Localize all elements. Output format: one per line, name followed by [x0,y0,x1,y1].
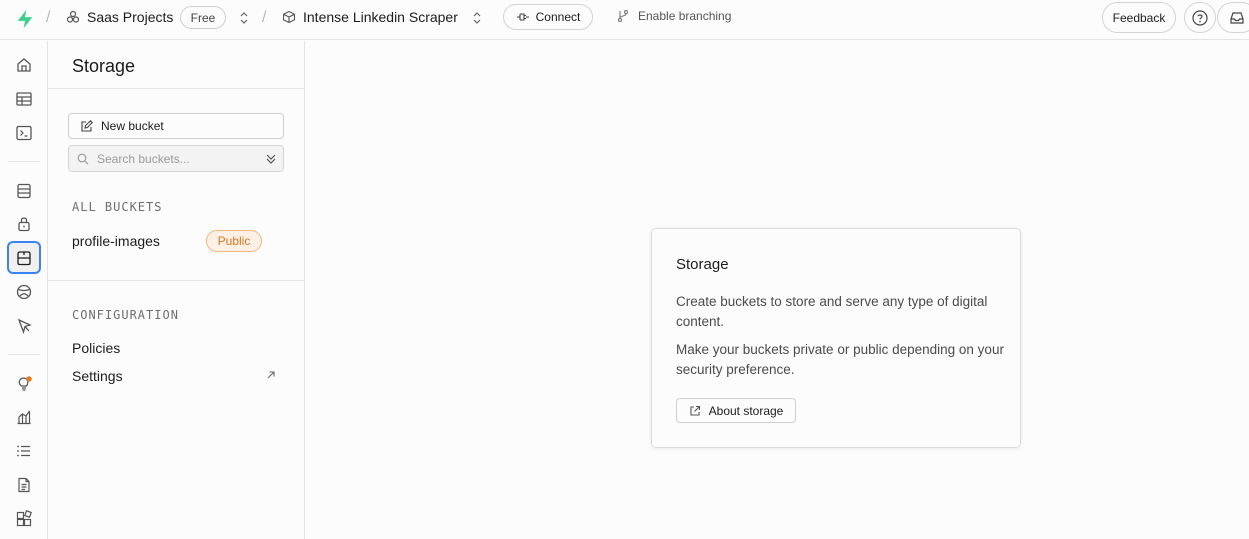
storage-nav[interactable] [7,241,41,274]
database-nav[interactable] [7,174,41,207]
auth-lock-icon [18,216,30,231]
external-link-icon [690,405,700,416]
plan-badge: Free [180,6,226,29]
inbox-button[interactable] [1217,2,1249,33]
search-icon [77,153,89,164]
card-description: Create buckets to store and serve any ty… [676,294,988,329]
public-badge: Public [206,230,262,252]
org-breadcrumb[interactable]: Saas Projects [66,9,173,25]
supabase-logo-icon[interactable] [14,8,36,30]
edge-functions-nav[interactable] [7,309,41,342]
help-button[interactable] [1184,2,1216,33]
branching-label: Enable branching [638,9,732,23]
integrations-icon [16,509,32,526]
org-name[interactable]: Saas Projects [87,9,173,25]
git-branch-icon [617,9,629,23]
help-circle-icon [1192,9,1208,26]
sql-editor-icon [16,125,32,140]
storage-info-card: Storage Create buckets to store and serv… [651,228,1021,448]
settings-link[interactable]: Settings [72,368,123,384]
panel-divider [48,88,304,89]
inbox-icon [1230,11,1244,24]
project-breadcrumb[interactable]: Intense Linkedin Scraper [282,9,458,25]
about-storage-button[interactable]: About storage [676,398,796,423]
all-buckets-heading: ALL BUCKETS [72,200,163,214]
search-placeholder: Search buckets... [97,151,190,166]
api-docs-nav[interactable] [7,468,41,501]
reports-nav[interactable] [7,400,41,433]
search-buckets-input[interactable]: Search buckets... [68,145,284,172]
card-description-secondary: Make your buckets private or public depe… [676,342,1004,377]
home-icon [17,57,31,72]
reports-icon [17,410,31,424]
top-bar: / Saas Projects Free / Intense Linkedin … [0,0,1249,40]
edge-functions-icon [17,318,32,334]
api-docs-icon [18,477,30,492]
feedback-button[interactable]: Feedback [1102,2,1176,33]
connect-label: Connect [535,10,581,24]
home-nav[interactable] [7,48,41,81]
advisors-nav[interactable] [7,366,41,399]
integrations-nav[interactable] [7,502,41,535]
advisors-bulb-icon [18,375,32,391]
authentication-nav[interactable] [7,207,41,240]
storage-panel: Storage New bucket Search buckets... ALL… [48,41,305,539]
policies-link[interactable]: Policies [72,340,120,356]
sort-chevrons-icon[interactable] [265,152,277,166]
storage-icon [17,250,31,265]
card-title: Storage [676,256,729,273]
breadcrumb-separator: / [46,9,51,26]
plug-icon [516,13,529,21]
table-editor-nav[interactable] [7,82,41,115]
database-icon [17,183,31,198]
table-editor-icon [16,91,32,106]
logs-nav[interactable] [7,434,41,467]
project-switcher-chevron-icon[interactable] [472,11,482,25]
realtime-icon [16,284,32,299]
panel-title: Storage [72,56,136,76]
nav-rail [0,41,48,539]
logs-icon [17,445,30,456]
rail-divider [8,354,40,355]
sql-editor-nav[interactable] [7,116,41,149]
connect-button[interactable]: Connect [503,4,593,30]
org-switcher-chevron-icon[interactable] [239,11,249,25]
rail-divider [8,161,40,162]
new-bucket-label: New bucket [101,119,164,133]
new-bucket-button[interactable]: New bucket [68,113,284,139]
configuration-heading: CONFIGURATION [72,308,179,322]
about-storage-label: About storage [708,403,784,418]
external-arrow-icon [267,371,275,379]
panel-divider [48,280,304,281]
org-icon [66,10,80,23]
project-name[interactable]: Intense Linkedin Scraper [303,9,458,25]
project-box-icon [282,10,296,24]
edit-icon [81,119,93,132]
breadcrumb-separator: / [262,9,267,26]
bucket-item-name[interactable]: profile-images [72,233,160,249]
realtime-nav[interactable] [7,275,41,308]
enable-branching-button[interactable]: Enable branching [616,9,731,23]
